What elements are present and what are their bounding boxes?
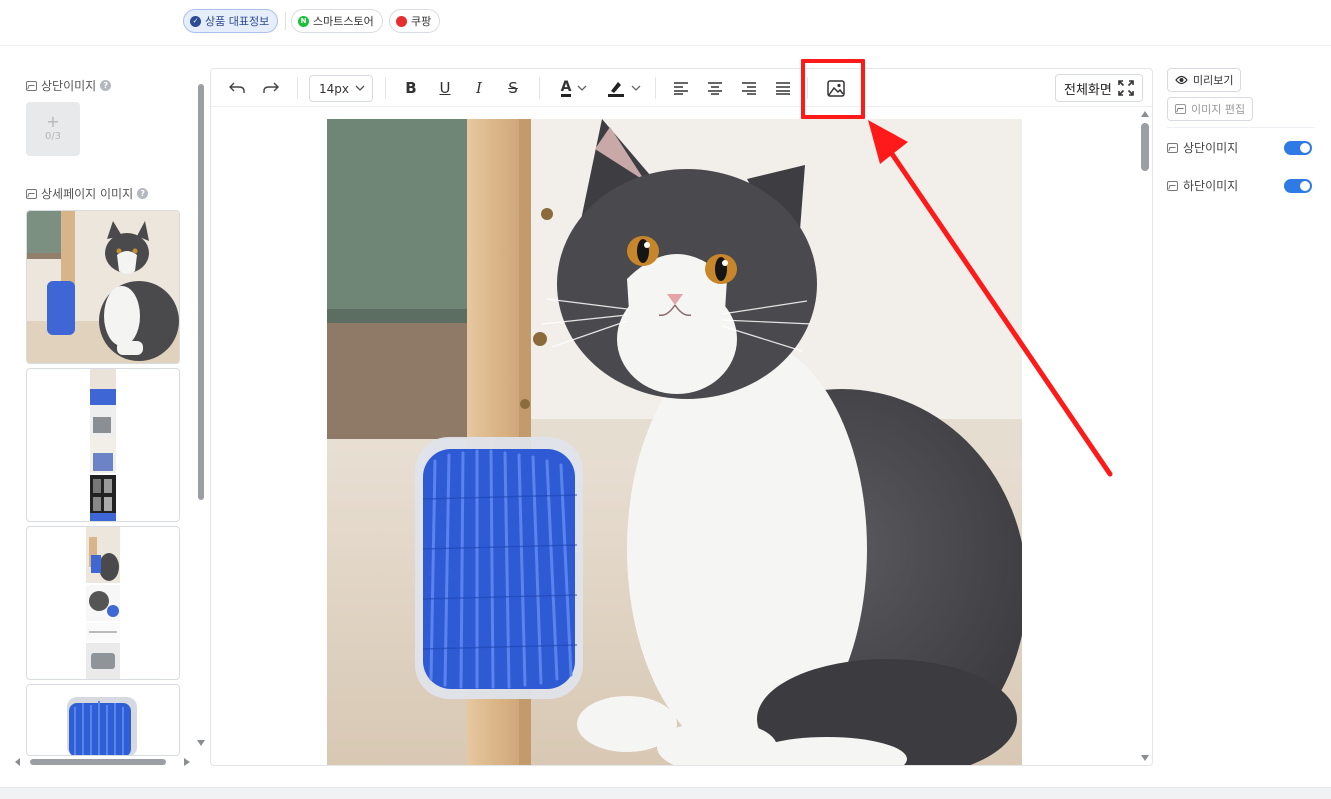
toggle-label: 상단이미지 bbox=[1183, 141, 1239, 155]
detail-image-thumb-2[interactable] bbox=[26, 368, 180, 522]
align-right-button[interactable] bbox=[737, 75, 761, 101]
image-icon bbox=[26, 188, 37, 199]
preview-button[interactable]: 미리보기 bbox=[1167, 68, 1242, 92]
detail-image-thumb-1[interactable] bbox=[26, 210, 180, 364]
top-image-toggle-row: 상단이미지 bbox=[1167, 139, 1238, 156]
image-icon bbox=[1175, 104, 1186, 114]
redo-button[interactable] bbox=[259, 75, 283, 101]
toolbar-divider bbox=[297, 77, 298, 99]
top-images-title: 상단이미지 bbox=[41, 79, 97, 93]
italic-button[interactable]: I bbox=[467, 75, 491, 101]
bottom-image-toggle-row: 하단이미지 bbox=[1167, 177, 1238, 194]
page-footer-bar bbox=[0, 787, 1331, 799]
image-icon bbox=[26, 80, 37, 91]
align-left-icon bbox=[674, 82, 688, 95]
toolbar-divider bbox=[385, 77, 386, 99]
right-panel-divider bbox=[1167, 127, 1315, 128]
fullscreen-button[interactable]: 전체화면 bbox=[1055, 74, 1143, 102]
chevron-down-icon bbox=[631, 85, 641, 91]
highlight-color-button[interactable] bbox=[603, 75, 645, 101]
undo-button[interactable] bbox=[225, 75, 249, 101]
align-right-icon bbox=[742, 82, 756, 95]
bold-button[interactable]: B bbox=[399, 75, 423, 101]
tab-smartstore[interactable]: N 스마트스토어 bbox=[291, 9, 383, 33]
image-icon bbox=[1167, 142, 1178, 153]
highlighter-icon bbox=[608, 82, 624, 97]
toolbar-divider bbox=[655, 77, 656, 99]
detail-images-title: 상세페이지 이미지 bbox=[41, 187, 134, 201]
brush-closeup-image bbox=[27, 685, 179, 755]
top-image-toggle-switch[interactable] bbox=[1284, 141, 1312, 155]
annotation-arrow bbox=[868, 120, 1113, 477]
tab-divider bbox=[285, 12, 286, 30]
align-justify-icon bbox=[776, 82, 790, 95]
edit-image-label: 이미지 편집 bbox=[1191, 103, 1246, 116]
align-center-button[interactable] bbox=[703, 75, 727, 101]
align-justify-button[interactable] bbox=[771, 75, 795, 101]
chevron-down-icon bbox=[577, 85, 587, 91]
naver-n-icon: N bbox=[298, 15, 309, 27]
detail-image-thumb-3[interactable] bbox=[26, 526, 180, 680]
annotation-highlight-box bbox=[801, 59, 865, 119]
editor-toolbar: 14px B U I S A 전체화면 bbox=[211, 69, 1152, 107]
detail-images-heading: 상세페이지 이미지 ? bbox=[26, 185, 149, 202]
chevron-down-icon bbox=[355, 85, 365, 91]
bottom-image-toggle-switch[interactable] bbox=[1284, 179, 1312, 193]
channel-tab-bar: ✓ 상품 대표정보 N 스마트스토어 쿠팡 bbox=[0, 0, 1331, 46]
check-circle-icon: ✓ bbox=[190, 15, 201, 27]
left-panel-vertical-scrollbar[interactable] bbox=[197, 84, 205, 750]
tab-coupang[interactable]: 쿠팡 bbox=[389, 9, 441, 33]
detail-page-strip-image bbox=[90, 369, 116, 521]
tab-label: 상품 대표정보 bbox=[205, 15, 270, 28]
upload-count: 0/3 bbox=[44, 131, 62, 142]
font-size-value: 14px bbox=[319, 81, 349, 96]
toggle-label: 하단이미지 bbox=[1183, 179, 1239, 193]
help-icon[interactable]: ? bbox=[137, 188, 149, 199]
image-icon bbox=[1167, 180, 1178, 191]
cat-thumbnail-image bbox=[27, 211, 179, 363]
undo-icon bbox=[229, 82, 245, 93]
strikethrough-button[interactable]: S bbox=[501, 75, 525, 101]
toolbar-divider bbox=[539, 77, 540, 99]
top-image-upload-button[interactable]: + 0/3 bbox=[26, 102, 80, 156]
text-color-label: A bbox=[560, 78, 572, 97]
tab-product-info[interactable]: ✓ 상품 대표정보 bbox=[183, 9, 279, 33]
tab-label: 쿠팡 bbox=[411, 15, 432, 28]
help-icon[interactable]: ? bbox=[100, 80, 112, 91]
detail-page-strip-image bbox=[86, 527, 120, 679]
align-center-icon bbox=[708, 82, 722, 95]
edit-image-button[interactable]: 이미지 편집 bbox=[1167, 97, 1254, 121]
eye-icon bbox=[1175, 75, 1188, 85]
editor-vertical-scrollbar[interactable] bbox=[1139, 109, 1151, 765]
coupang-icon bbox=[396, 15, 407, 27]
expand-icon bbox=[1118, 80, 1134, 96]
tab-label: 스마트스토어 bbox=[313, 15, 374, 28]
preview-label: 미리보기 bbox=[1193, 74, 1234, 87]
plus-icon: + bbox=[46, 112, 60, 131]
detail-image-thumb-4[interactable] bbox=[26, 684, 180, 756]
align-left-button[interactable] bbox=[669, 75, 693, 101]
text-color-button[interactable]: A bbox=[553, 75, 595, 101]
redo-icon bbox=[263, 82, 279, 93]
fullscreen-label: 전체화면 bbox=[1064, 82, 1112, 98]
underline-button[interactable]: U bbox=[433, 75, 457, 101]
top-images-heading: 상단이미지 ? bbox=[26, 77, 112, 94]
font-size-select[interactable]: 14px bbox=[309, 75, 373, 102]
left-panel-horizontal-scrollbar[interactable] bbox=[14, 753, 192, 766]
